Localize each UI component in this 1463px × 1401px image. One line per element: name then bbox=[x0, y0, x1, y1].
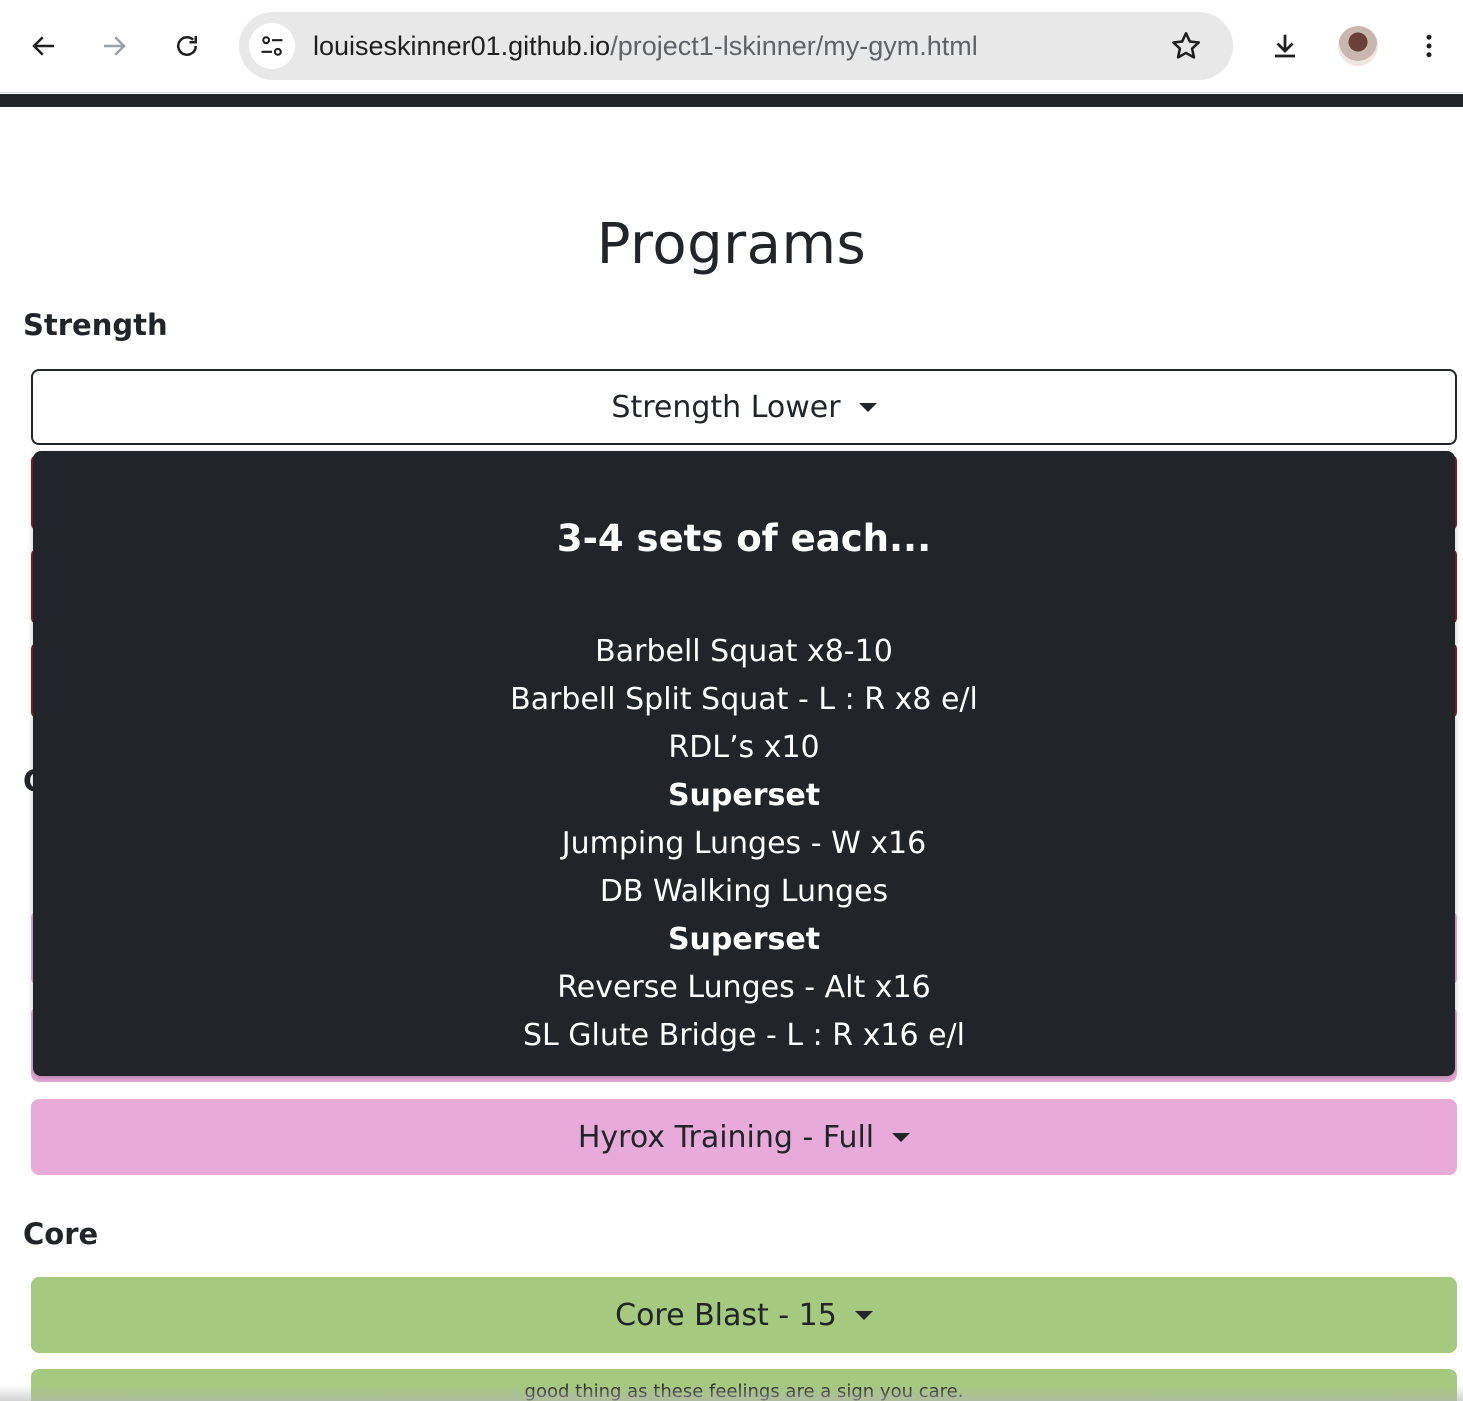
menu-button[interactable] bbox=[1405, 22, 1453, 70]
menu-exercise-item[interactable]: Barbell Squat x8-10 bbox=[33, 631, 1455, 679]
page-title: Programs bbox=[596, 212, 867, 277]
core-blast-dropdown-button[interactable]: Core Blast - 15 bbox=[31, 1277, 1457, 1353]
menu-heading: 3-4 sets of each... bbox=[556, 517, 932, 560]
menu-exercise-item[interactable]: SL Glute Bridge - L : R x16 e/l bbox=[33, 1015, 1455, 1063]
site-navbar bbox=[0, 94, 1463, 107]
menu-items: Barbell Squat x8-10 Barbell Split Squat -… bbox=[33, 631, 1455, 1063]
reload-icon bbox=[177, 36, 197, 56]
menu-superset-label[interactable]: Superset bbox=[33, 775, 1455, 823]
profile-avatar[interactable] bbox=[1338, 26, 1378, 66]
strength-lower-dropdown-button[interactable]: Strength Lower bbox=[31, 369, 1457, 445]
dropdown-label: Hyrox Training - Full bbox=[577, 1119, 875, 1155]
downloads-button[interactable] bbox=[1261, 22, 1309, 70]
address-bar[interactable]: louiseskinner01.github.io/project1-lskin… bbox=[239, 12, 1233, 80]
more-vert-icon bbox=[1426, 34, 1432, 58]
hyrox-training-dropdown-button[interactable]: Hyrox Training - Full bbox=[31, 1099, 1457, 1175]
section-strength-heading: Strength bbox=[23, 308, 168, 342]
download-icon bbox=[1275, 34, 1295, 58]
reload-button[interactable] bbox=[163, 22, 211, 70]
dropdown-label: Core Blast - 15 bbox=[615, 1297, 837, 1333]
menu-exercise-item[interactable]: Barbell Split Squat - L : R x8 e/l bbox=[33, 679, 1455, 727]
url-host: louiseskinner01.github.io bbox=[313, 31, 611, 61]
caret-down-icon bbox=[854, 1310, 873, 1320]
menu-exercise-item[interactable]: DB Walking Lunges bbox=[33, 871, 1455, 919]
menu-exercise-item[interactable]: Reverse Lunges - Alt x16 bbox=[33, 967, 1455, 1015]
menu-exercise-item[interactable]: RDL’s x10 bbox=[33, 727, 1455, 775]
browser-toolbar: louiseskinner01.github.io/project1-lskin… bbox=[0, 0, 1463, 93]
site-info-icon[interactable] bbox=[249, 23, 295, 69]
forward-arrow-icon bbox=[104, 36, 126, 56]
caret-down-icon bbox=[858, 402, 877, 412]
back-button[interactable] bbox=[20, 22, 68, 70]
menu-exercise-item[interactable]: Jumping Lunges - W x16 bbox=[33, 823, 1455, 871]
strength-lower-dropdown-menu[interactable]: 3-4 sets of each... Barbell Squat x8-10 B… bbox=[33, 451, 1455, 1076]
caret-down-icon bbox=[892, 1132, 911, 1142]
bookmark-star-icon[interactable] bbox=[1169, 29, 1203, 63]
bottom-overlay bbox=[0, 1385, 1463, 1401]
url-path: /project1-lskinner/my-gym.html bbox=[610, 31, 978, 61]
section-core-heading: Core bbox=[23, 1217, 99, 1251]
forward-button[interactable] bbox=[90, 22, 138, 70]
url-text[interactable]: louiseskinner01.github.io/project1-lskin… bbox=[313, 12, 978, 80]
menu-superset-label[interactable]: Superset bbox=[33, 919, 1455, 967]
dropdown-label: Strength Lower bbox=[611, 389, 841, 425]
back-arrow-icon bbox=[32, 36, 54, 56]
